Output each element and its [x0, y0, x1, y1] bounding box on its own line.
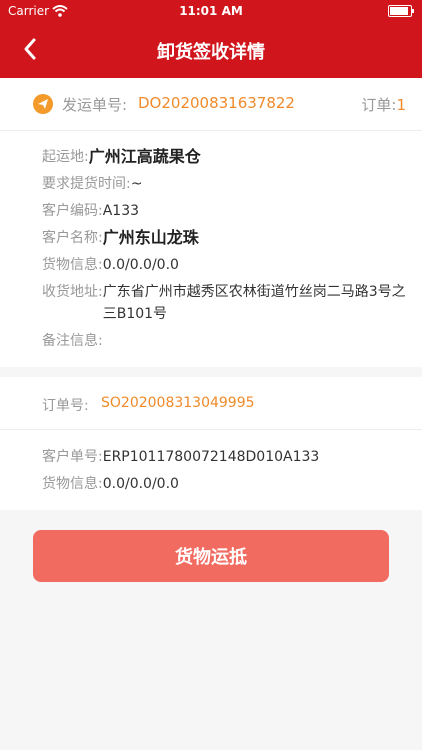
section-gap	[0, 367, 422, 377]
address-row: 收货地址: 广东省广州市越秀区农林街道竹丝岗二马路3号之三B101号	[0, 281, 422, 325]
pickup-time-row: 要求提货时间: ~	[0, 173, 422, 195]
address-label: 收货地址:	[42, 284, 103, 300]
customer-order-value: ERP1011780072148D010A133	[102, 449, 320, 465]
navigation-bar: 卸货签收详情	[0, 22, 422, 78]
customer-name-row: 客户名称: 广州东山龙珠	[0, 227, 422, 249]
order-cargo-label: 货物信息:	[42, 476, 103, 492]
customer-name-value: 广州东山龙珠	[102, 228, 199, 247]
remark-row: 备注信息:	[0, 330, 422, 352]
order-count: 订单:1	[361, 94, 406, 115]
shipment-card: 发运单号: DO20200831637822 订单:1 起运地: 广州江高蔬果仓…	[0, 78, 422, 367]
cargo-row: 货物信息: 0.0/0.0/0.0	[0, 254, 422, 276]
pickup-time-value: ~	[130, 176, 143, 192]
order-count-label: 订单:	[361, 96, 397, 114]
remark-label: 备注信息:	[42, 333, 103, 349]
origin-label: 起运地:	[42, 149, 89, 165]
order-card: 订单号: SO202008313049995 客户单号: ERP10117800…	[0, 377, 422, 510]
order-number: SO202008313049995	[101, 395, 255, 411]
customer-code-value: A133	[102, 203, 140, 219]
order-count-value: 1	[396, 96, 406, 114]
customer-order-row: 客户单号: ERP1011780072148D010A133	[0, 446, 422, 468]
order-header: 订单号: SO202008313049995	[0, 377, 422, 430]
status-bar: Carrier 11:01 AM	[0, 0, 422, 22]
order-cargo-row: 货物信息: 0.0/0.0/0.0	[0, 473, 422, 495]
order-number-label: 订单号:	[42, 398, 89, 414]
shipment-number: DO20200831637822	[138, 94, 295, 112]
top-bar: Carrier 11:01 AM 卸货签收详情	[0, 0, 422, 78]
order-cargo-value: 0.0/0.0/0.0	[102, 476, 179, 492]
cargo-label: 货物信息:	[42, 257, 103, 273]
shipment-number-label: 发运单号:	[62, 96, 128, 114]
pickup-time-label: 要求提货时间:	[42, 176, 131, 192]
page-title: 卸货签收详情	[157, 42, 265, 63]
cargo-value: 0.0/0.0/0.0	[102, 257, 179, 273]
customer-code-label: 客户编码:	[42, 203, 103, 219]
origin-row: 起运地: 广州江高蔬果仓	[0, 146, 422, 168]
goods-arrived-button[interactable]: 货物运抵	[33, 530, 389, 582]
battery-icon	[388, 5, 414, 17]
order-details: 客户单号: ERP1011780072148D010A133 货物信息: 0.0…	[0, 430, 422, 510]
customer-order-label: 客户单号:	[42, 449, 103, 465]
customer-code-row: 客户编码: A133	[0, 200, 422, 222]
shipment-details: 起运地: 广州江高蔬果仓 要求提货时间: ~ 客户编码: A133 客户名称: …	[0, 131, 422, 367]
status-time: 11:01 AM	[179, 4, 243, 18]
shipment-header: 发运单号: DO20200831637822 订单:1	[0, 78, 422, 131]
address-value: 广东省广州市越秀区农林街道竹丝岗二马路3号之三B101号	[102, 284, 406, 322]
origin-value: 广州江高蔬果仓	[88, 147, 201, 166]
customer-name-label: 客户名称:	[42, 230, 103, 246]
paper-plane-icon	[33, 94, 53, 114]
